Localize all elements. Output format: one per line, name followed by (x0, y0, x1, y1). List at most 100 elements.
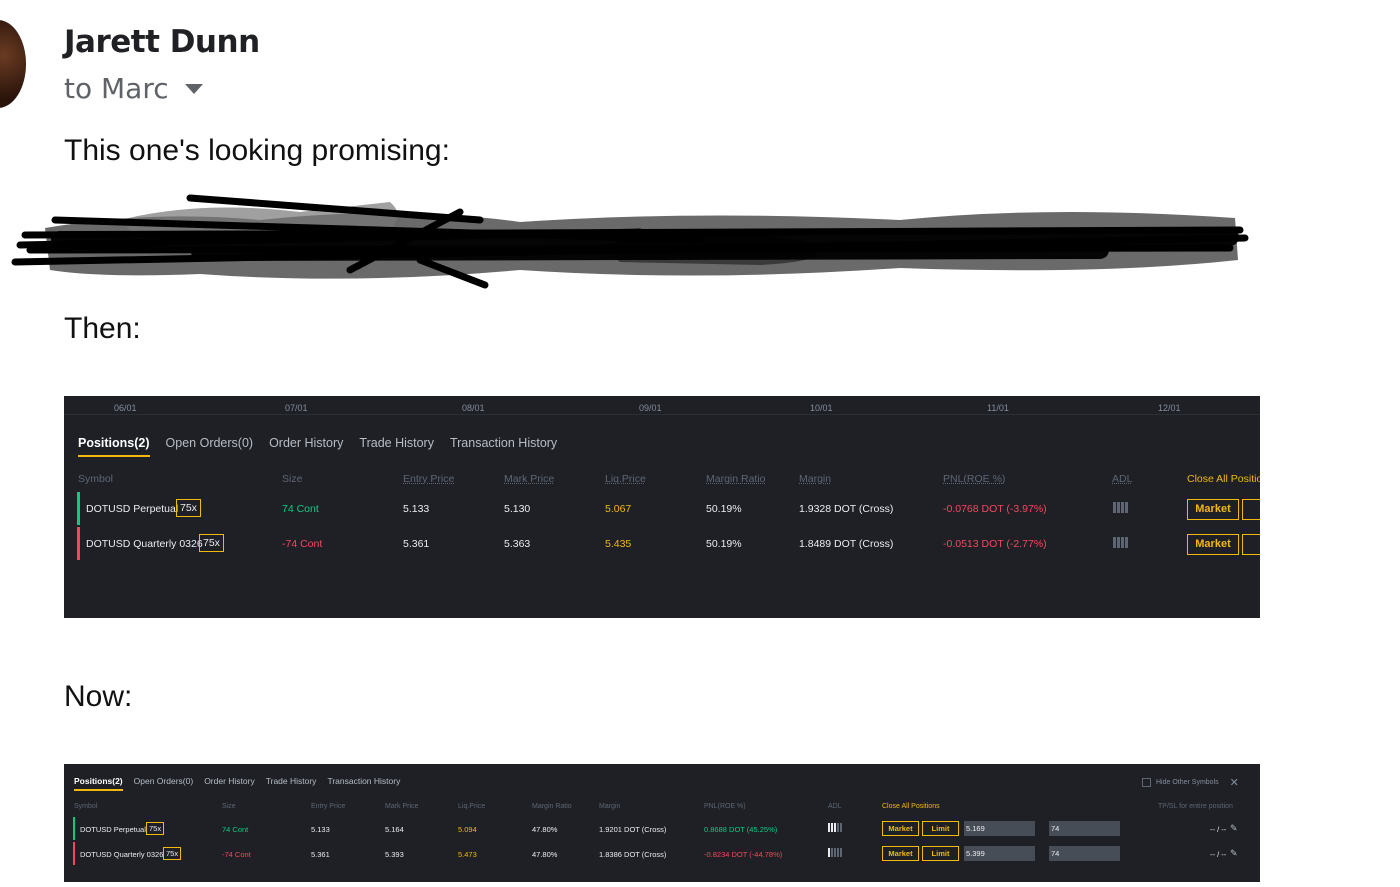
entry-price-cell: 5.361 (403, 538, 430, 550)
column-header-margin-ratio[interactable]: Margin Ratio (532, 803, 572, 810)
tpsl-value: -- / -- (1210, 850, 1227, 859)
column-header-size: Size (282, 473, 303, 485)
symbol-cell[interactable]: DOTUSD Perpetual (86, 503, 178, 515)
entry-price-cell: 5.133 (403, 503, 430, 515)
axis-date-label: 07/01 (285, 403, 308, 413)
tpsl-value: -- / -- (1210, 825, 1227, 834)
axis-date-label: 10/01 (810, 403, 833, 413)
close-all-positions-link[interactable]: Close All Positions (882, 803, 940, 810)
tab-order-history[interactable]: Order History (269, 436, 343, 457)
mark-price-cell: 5.164 (385, 825, 404, 834)
liq-price-cell: 5.473 (458, 850, 477, 859)
size-cell: -74 Cont (222, 850, 251, 859)
column-header-margin[interactable]: Margin (799, 473, 831, 485)
column-header-liq-price[interactable]: Liq.Price (458, 803, 485, 810)
column-header-adl[interactable]: ADL (1112, 473, 1132, 485)
market-close-button[interactable]: Market (882, 846, 919, 861)
leverage-badge[interactable]: 75x (176, 499, 201, 517)
adl-indicator (828, 848, 842, 857)
limit-close-button[interactable] (1242, 499, 1260, 520)
symbol-cell[interactable]: DOTUSD Perpetual (80, 825, 146, 834)
long-indicator (73, 817, 75, 840)
liq-price-cell: 5.094 (458, 825, 477, 834)
redacted-scribble-image (11, 194, 1249, 289)
recipient-label: to Marc (64, 72, 169, 105)
axis-date-label: 12/01 (1158, 403, 1181, 413)
axis-date-label: 06/01 (114, 403, 137, 413)
mark-price-cell: 5.130 (504, 503, 531, 515)
margin-ratio-cell: 50.19% (706, 538, 742, 550)
close-all-positions-link[interactable]: Close All Positio (1187, 473, 1260, 485)
pnl-cell: -0.8234 DOT (-44.78%) (704, 850, 783, 859)
limit-price-input[interactable]: 5.169 (964, 821, 1035, 836)
column-header-pnl[interactable]: PNL(ROE %) (704, 803, 746, 810)
tab-order-history[interactable]: Order History (204, 776, 255, 791)
column-header-margin[interactable]: Margin (599, 803, 620, 810)
column-header-entry-price[interactable]: Entry Price (311, 803, 345, 810)
liq-price-cell: 5.067 (605, 503, 632, 515)
tab-trade-history[interactable]: Trade History (266, 776, 317, 791)
tab-transaction-history[interactable]: Transaction History (327, 776, 400, 791)
sender-name: Jarett Dunn (64, 24, 260, 60)
chevron-down-icon[interactable] (184, 83, 203, 94)
chart-date-axis: 06/01 07/01 08/01 09/01 10/01 11/01 12/0… (64, 396, 1260, 415)
long-indicator (77, 492, 80, 525)
edit-pencil-icon[interactable]: ✎ (1230, 848, 1238, 859)
limit-close-button[interactable] (1242, 534, 1260, 555)
positions-tabs: Positions(2) Open Orders(0) Order Histor… (78, 436, 557, 457)
sender-avatar[interactable] (0, 20, 26, 108)
recipient-line[interactable]: to Marc (64, 72, 203, 105)
margin-cell: 1.9328 DOT (Cross) (799, 503, 894, 515)
column-header-adl[interactable]: ADL (828, 803, 842, 810)
column-header-size: Size (222, 803, 236, 810)
hide-other-symbols-label: Hide Other Symbols (1156, 779, 1219, 786)
market-close-button[interactable]: Market (882, 821, 919, 836)
close-quantity-input[interactable]: 74 (1049, 821, 1120, 836)
leverage-badge[interactable]: 75x (199, 534, 224, 552)
column-header-pnl[interactable]: PNL(ROE %) (943, 473, 1005, 485)
mark-price-cell: 5.363 (504, 538, 531, 550)
margin-cell: 1.9201 DOT (Cross) (599, 825, 667, 834)
limit-close-button[interactable]: Limit (922, 846, 959, 861)
column-header-symbol: Symbol (74, 803, 98, 810)
close-quantity-input[interactable]: 74 (1049, 846, 1120, 861)
tab-positions[interactable]: Positions(2) (78, 436, 150, 457)
symbol-cell[interactable]: DOTUSD Quarterly 0326 (80, 850, 163, 859)
tab-positions[interactable]: Positions(2) (74, 776, 123, 791)
adl-indicator (1113, 537, 1128, 548)
column-header-entry-price[interactable]: Entry Price (403, 473, 454, 485)
tab-open-orders[interactable]: Open Orders(0) (166, 436, 254, 457)
column-header-margin-ratio[interactable]: Margin Ratio (706, 473, 766, 485)
leverage-badge[interactable]: 75x (146, 822, 165, 835)
entry-price-cell: 5.133 (311, 825, 330, 834)
axis-date-label: 11/01 (987, 403, 1009, 413)
margin-ratio-cell: 47.80% (532, 850, 558, 859)
margin-cell: 1.8386 DOT (Cross) (599, 850, 667, 859)
column-header-mark-price[interactable]: Mark Price (385, 803, 418, 810)
hide-other-symbols-toggle[interactable]: Hide Other Symbols ✕ (1142, 776, 1239, 789)
market-close-button[interactable]: Market (1187, 534, 1239, 555)
size-cell: 74 Cont (282, 503, 319, 515)
close-icon[interactable]: ✕ (1230, 776, 1239, 789)
positions-tabs: Positions(2) Open Orders(0) Order Histor… (74, 776, 400, 791)
leverage-badge[interactable]: 75x (163, 847, 182, 860)
checkbox[interactable] (1142, 778, 1151, 787)
size-cell: -74 Cont (282, 538, 323, 550)
column-header-tpsl: TP/SL for entire position (1158, 803, 1233, 810)
edit-pencil-icon[interactable]: ✎ (1230, 823, 1238, 834)
axis-date-label: 09/01 (639, 403, 662, 413)
column-header-symbol: Symbol (78, 473, 114, 485)
limit-price-input[interactable]: 5.399 (964, 846, 1035, 861)
column-header-mark-price[interactable]: Mark Price (504, 473, 554, 485)
tab-open-orders[interactable]: Open Orders(0) (134, 776, 194, 791)
symbol-cell[interactable]: DOTUSD Quarterly 0326 (86, 538, 203, 550)
entry-price-cell: 5.361 (311, 850, 330, 859)
column-header-liq-price[interactable]: Liq.Price (605, 473, 646, 485)
tab-trade-history[interactable]: Trade History (359, 436, 434, 457)
pnl-cell: -0.0513 DOT (-2.77%) (943, 538, 1047, 550)
liq-price-cell: 5.435 (605, 538, 632, 550)
limit-close-button[interactable]: Limit (922, 821, 959, 836)
market-close-button[interactable]: Market (1187, 499, 1239, 520)
margin-cell: 1.8489 DOT (Cross) (799, 538, 894, 550)
tab-transaction-history[interactable]: Transaction History (450, 436, 557, 457)
